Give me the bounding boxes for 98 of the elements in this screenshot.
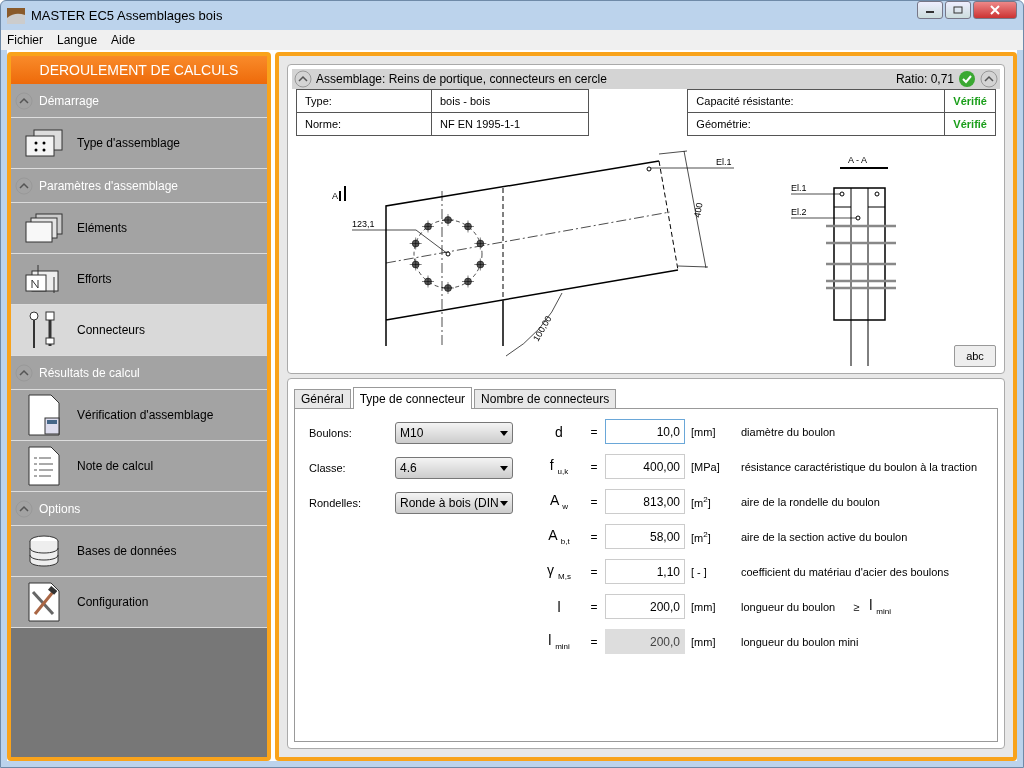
field-label: Classe: bbox=[309, 462, 347, 474]
maximize-button[interactable] bbox=[945, 1, 971, 19]
tab[interactable]: Général bbox=[294, 389, 351, 408]
summary-title: Assemblage: Reins de portique, connecteurs en cercle bbox=[316, 72, 608, 86]
equals-sign: = bbox=[589, 424, 599, 439]
description: longueur du boulon mini bbox=[741, 635, 859, 648]
chevron-icon[interactable] bbox=[15, 176, 33, 195]
unit-label: [mm] bbox=[690, 425, 717, 438]
description: aire de la section active du boulon bbox=[741, 530, 908, 543]
document-calculator-icon bbox=[27, 394, 61, 436]
maximize-icon bbox=[953, 6, 963, 14]
property-value: bois - bois bbox=[431, 89, 589, 113]
unit-label: [mm] bbox=[690, 635, 717, 648]
menu-item[interactable]: Fichier bbox=[7, 33, 43, 47]
database-icon bbox=[28, 535, 60, 567]
chevron-icon[interactable] bbox=[15, 499, 33, 518]
property-value: NF EN 1995-1-1 bbox=[431, 112, 589, 136]
menu-item[interactable]: Langue bbox=[57, 33, 98, 47]
equals-sign: = bbox=[589, 599, 599, 614]
sidebar-item[interactable]: Vérification d'assemblage bbox=[11, 390, 267, 441]
description: coefficient du matériau d'acier des boulons bbox=[741, 565, 949, 578]
condition-sign: ≥ bbox=[853, 600, 860, 613]
close-icon bbox=[990, 5, 1000, 15]
sidebar-item[interactable]: Type d'assemblage bbox=[11, 118, 267, 169]
dropdown[interactable]: Ronde à bois (DIN bbox=[395, 492, 513, 514]
tab[interactable]: Nombre de connecteurs bbox=[474, 389, 617, 408]
description: aire de la rondelle du boulon bbox=[741, 495, 880, 508]
equals-sign: = bbox=[589, 459, 599, 474]
sidebar-item[interactable]: Efforts bbox=[11, 254, 267, 305]
document-list-icon bbox=[27, 446, 61, 486]
close-button[interactable] bbox=[973, 1, 1017, 19]
symbol-label: A $_{w}$ bbox=[548, 492, 570, 511]
value-field[interactable]: 1,10 bbox=[605, 559, 685, 584]
value-field[interactable]: 58,00 bbox=[605, 524, 685, 549]
unit-label: [mm] bbox=[690, 600, 717, 613]
equals-sign: = bbox=[589, 494, 599, 509]
sidebar-item[interactable]: Configuration bbox=[11, 577, 267, 628]
sidebar-item[interactable]: Eléments bbox=[11, 203, 267, 254]
menu-item[interactable]: Aide bbox=[111, 33, 136, 47]
description: longueur du boulon bbox=[741, 600, 836, 613]
value-field[interactable]: 10,0 bbox=[605, 419, 685, 444]
limit-symbol: l $_{mini}$ bbox=[869, 597, 891, 616]
check-status: Vérifié bbox=[944, 112, 996, 136]
value-field[interactable]: 200,0 bbox=[605, 629, 685, 654]
equals-sign: = bbox=[589, 564, 599, 579]
unit-label: [MPa] bbox=[690, 460, 721, 473]
property-label: Norme: bbox=[296, 112, 432, 136]
width-dimension: 400 bbox=[692, 201, 705, 219]
chevron-icon[interactable] bbox=[15, 91, 33, 110]
symbol-label: A $_{b,t}$ bbox=[547, 527, 571, 546]
symbol-label: l bbox=[556, 598, 562, 615]
symbol-label: d bbox=[554, 423, 564, 440]
description: diamètre du boulon bbox=[741, 425, 836, 438]
window-title: MASTER EC5 Assemblages bois bbox=[31, 8, 224, 23]
app-logo-icon bbox=[7, 7, 25, 24]
value-field[interactable]: 400,00 bbox=[605, 454, 685, 479]
symbol-label: l $_{mini}$ bbox=[547, 632, 571, 651]
bolt-circle-label: 123,1 bbox=[352, 219, 375, 229]
unit-label: [m$^{2}$] bbox=[690, 529, 712, 544]
section-label: El.1 bbox=[791, 183, 807, 193]
equals-sign: = bbox=[589, 634, 599, 649]
sidebar-header: DEROULEMENT DE CALCULS bbox=[11, 56, 267, 84]
chevron-icon[interactable] bbox=[15, 363, 33, 382]
section-mark: A bbox=[332, 191, 338, 201]
check-label: Capacité résistante: bbox=[687, 89, 945, 113]
section-title: A - A bbox=[848, 155, 867, 165]
sidebar-item[interactable]: Connecteurs bbox=[11, 305, 267, 356]
unit-label: [ - ] bbox=[690, 565, 708, 578]
sidebar-item[interactable]: Bases de données bbox=[11, 526, 267, 577]
symbol-label: f $_{u,k}$ bbox=[548, 457, 570, 476]
dropdown[interactable]: 4.6 bbox=[395, 457, 513, 479]
section-label: El.2 bbox=[791, 207, 807, 217]
field-label: Rondelles: bbox=[309, 497, 362, 509]
block-icon bbox=[24, 127, 64, 159]
symbol-label: γ $_{M,s}$ bbox=[546, 562, 572, 581]
collapse-icon[interactable] bbox=[294, 70, 312, 88]
value-field[interactable]: 200,0 bbox=[605, 594, 685, 619]
ratio-text: Ratio: 0,71 bbox=[895, 72, 954, 86]
check-label: Géométrie: bbox=[687, 112, 945, 136]
minimize-button[interactable] bbox=[917, 1, 943, 19]
dropdown-arrow-icon bbox=[500, 500, 508, 506]
dropdown-arrow-icon bbox=[500, 430, 508, 436]
dropdown[interactable]: M10 bbox=[395, 422, 513, 444]
plates-icon bbox=[24, 212, 64, 244]
tab[interactable]: Type de connecteur bbox=[352, 387, 473, 409]
property-label: Type: bbox=[296, 89, 432, 113]
field-label: Boulons: bbox=[309, 427, 353, 439]
check-status: Vérifié bbox=[944, 89, 996, 113]
description: résistance caractéristique du boulon à la traction bbox=[741, 460, 978, 473]
element-label: El.1 bbox=[716, 157, 732, 167]
unit-label: [m$^{2}$] bbox=[690, 494, 712, 509]
value-field[interactable]: 813,00 bbox=[605, 489, 685, 514]
dimension-button[interactable]: abc bbox=[954, 345, 996, 367]
sidebar-item[interactable]: Note de calcul bbox=[11, 441, 267, 492]
equals-sign: = bbox=[589, 529, 599, 544]
collapse-icon[interactable] bbox=[980, 70, 998, 88]
dropdown-arrow-icon bbox=[500, 465, 508, 471]
tools-icon bbox=[27, 582, 61, 622]
